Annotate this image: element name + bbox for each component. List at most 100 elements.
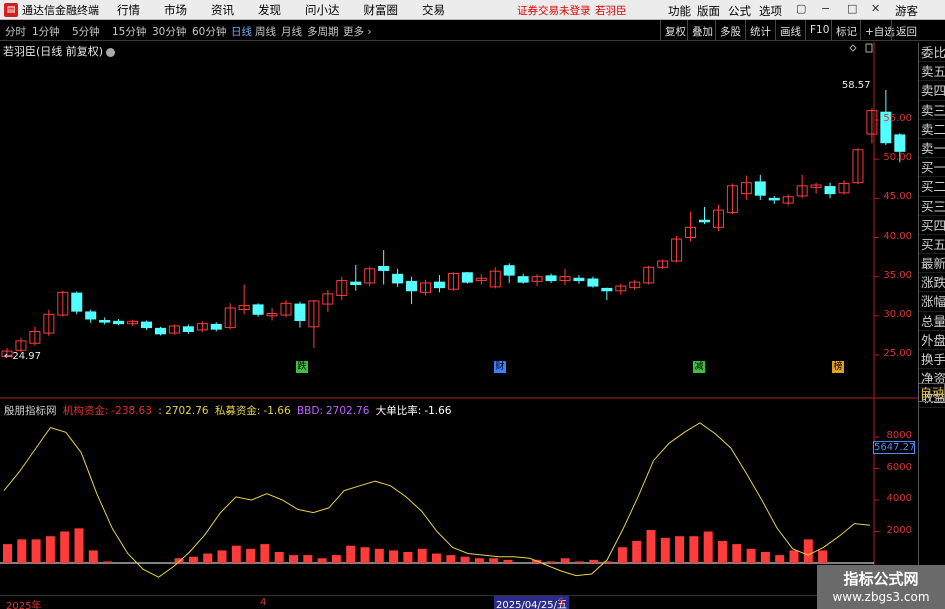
- chart-canvas[interactable]: 58.57 ←24.97: [0, 0, 945, 609]
- side-item-13[interactable]: 涨幅: [919, 292, 945, 312]
- fund-bar: [489, 558, 499, 563]
- watermark-title: 指标公式网: [843, 570, 919, 588]
- price-tick-label: 50.00: [883, 152, 912, 164]
- indicator-tick-label: 6000: [886, 461, 912, 473]
- event-marker-drop-label: 跌: [297, 362, 307, 372]
- fund-bar: [260, 544, 270, 563]
- event-marker-finance[interactable]: 财: [494, 361, 506, 373]
- candle-body: [433, 281, 445, 289]
- candle-body: [768, 197, 780, 201]
- candle-body: [406, 280, 418, 292]
- candle-body: [113, 320, 125, 325]
- separator-value: : 2702.76: [158, 405, 209, 417]
- candle-body: [71, 292, 83, 312]
- candle-body: [392, 273, 404, 284]
- price-tick-label: 55.00: [883, 113, 912, 124]
- fund-bar: [74, 528, 84, 563]
- indicator-tick-label: 2000: [886, 524, 912, 536]
- fund-bar: [446, 555, 456, 563]
- event-marker-reduce[interactable]: 减: [693, 361, 705, 373]
- side-item-12[interactable]: 涨跌: [919, 273, 945, 293]
- side-item-16[interactable]: 换手: [919, 350, 945, 370]
- fund-bar: [760, 551, 770, 563]
- fund-bar: [374, 548, 384, 563]
- fund-bar: [646, 529, 656, 563]
- side-item-1[interactable]: 卖五: [919, 62, 945, 82]
- fund-bar: [303, 555, 313, 563]
- side-item-14[interactable]: 总量: [919, 312, 945, 331]
- fund-bar: [746, 548, 756, 563]
- fund-bar: [460, 556, 470, 563]
- event-marker-drop[interactable]: 跌: [296, 361, 308, 373]
- side-item-6[interactable]: 买一: [919, 158, 945, 178]
- fund-bar: [31, 539, 41, 563]
- fund-bar: [60, 531, 70, 563]
- fund-bar: [589, 559, 599, 563]
- fund-bar: [703, 531, 713, 563]
- side-item-3[interactable]: 卖三: [919, 101, 945, 120]
- price-tick-label: 45.00: [883, 191, 912, 203]
- fund-bar: [474, 558, 484, 563]
- fund-bar: [289, 555, 298, 563]
- fund-bar: [331, 555, 341, 563]
- side-item-8[interactable]: 买三: [919, 197, 945, 216]
- watermark-url: www.zbgs3.com: [832, 590, 930, 604]
- fund-bar: [417, 548, 427, 563]
- indicator-name[interactable]: 殷朋指标网: [4, 405, 57, 417]
- side-item-15[interactable]: 外盘: [919, 331, 945, 350]
- auto-toggle[interactable]: 自动: [918, 383, 945, 402]
- fund-bar: [317, 558, 327, 563]
- fund-bar: [389, 550, 399, 563]
- indicator-legend: 殷朋指标网 机构资金: -238.63 : 2702.76 私募资金: -1.66 …: [4, 403, 454, 418]
- candle-body: [294, 303, 306, 322]
- event-marker-list-label: 榜: [833, 362, 843, 372]
- candle-body: [99, 320, 111, 323]
- fund-bar: [188, 556, 198, 563]
- candle-body: [587, 278, 599, 287]
- high-price-label: 58.57: [842, 80, 871, 91]
- side-item-5[interactable]: 卖一: [919, 139, 945, 159]
- fund-bar: [660, 537, 670, 563]
- fund-bar: [246, 548, 256, 563]
- fund-bar: [3, 544, 12, 563]
- date-start-label: 2025年: [6, 601, 42, 609]
- fund-bar: [360, 547, 370, 563]
- side-item-9[interactable]: 买四: [919, 216, 945, 235]
- event-marker-reduce-label: 减: [694, 362, 704, 372]
- side-item-4[interactable]: 卖二: [919, 120, 945, 139]
- watermark: 指标公式网 www.zbgs3.com: [817, 565, 945, 609]
- inst-fund-label: 机构资金:: [62, 405, 109, 417]
- candle-body: [754, 181, 766, 196]
- fund-bar: [675, 536, 685, 563]
- fund-bar: [88, 550, 98, 563]
- candle-body: [378, 265, 390, 271]
- date-axis: 2025年 4 2025/04/25/五 5: [0, 595, 918, 609]
- private-fund-label: 私募资金:: [214, 405, 261, 417]
- candle-body: [210, 323, 222, 330]
- candle-body: [461, 272, 473, 283]
- fund-bar: [346, 545, 356, 563]
- date-month-label: 4: [260, 597, 267, 608]
- indicator-current-value: 5647.27: [873, 441, 916, 454]
- candle-body: [573, 277, 585, 282]
- side-item-2[interactable]: 卖四: [919, 81, 945, 101]
- candle-body: [601, 287, 613, 292]
- fund-bar: [403, 551, 413, 563]
- candle-body: [503, 265, 515, 276]
- candle-body: [545, 275, 557, 282]
- side-item-11[interactable]: 最新: [919, 254, 945, 274]
- fund-bar: [217, 550, 227, 563]
- fund-bar: [432, 553, 441, 563]
- bbd-value: 2702.76: [326, 405, 370, 417]
- event-marker-list[interactable]: 榜: [832, 361, 844, 373]
- candle-body: [894, 134, 906, 152]
- fund-bar: [803, 539, 813, 563]
- side-item-0[interactable]: 委比: [919, 43, 945, 63]
- side-item-7[interactable]: 买二: [919, 177, 945, 197]
- fund-bar: [17, 539, 27, 563]
- side-item-10[interactable]: 买五: [919, 235, 945, 255]
- fund-bar: [689, 536, 699, 563]
- event-marker-finance-label: 财: [495, 362, 505, 372]
- fund-bar: [546, 561, 556, 563]
- fund-bar: [103, 561, 113, 563]
